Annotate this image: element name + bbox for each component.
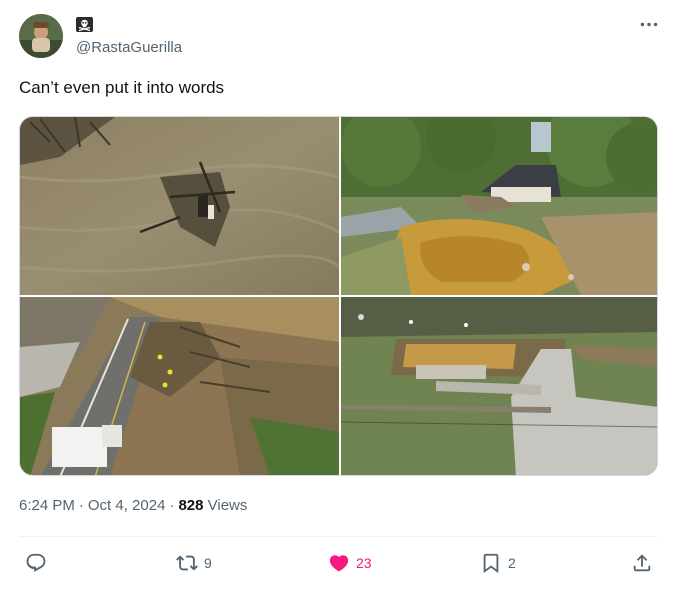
collapsed-road-photo[interactable] (20, 297, 339, 475)
meta-separator: · (78, 497, 84, 514)
bookmark-icon (483, 553, 499, 574)
like-count: 23 (356, 555, 372, 571)
more-dots-icon (640, 22, 658, 26)
views-count: 828 (178, 497, 204, 514)
meta-separator: · (169, 497, 175, 514)
destroyed-house-foundation-photo[interactable] (341, 297, 657, 475)
tweet-text: Can’t even put it into words (19, 78, 225, 97)
bookmark-count: 2 (508, 555, 516, 571)
media-grid (19, 116, 658, 476)
share-icon (633, 554, 651, 572)
retweet-count: 9 (204, 555, 212, 571)
tweet-card: @RastaGuerilla Can’t even put it into wo… (0, 0, 676, 589)
tweet-time[interactable]: 6:24 PM (19, 497, 75, 514)
avatar[interactable] (19, 14, 63, 58)
share-button[interactable] (631, 548, 653, 578)
heart-filled-icon (329, 555, 349, 572)
divider (19, 536, 658, 537)
tweet-meta: 6:24 PM · Oct 4, 2024 · 828 Views (19, 496, 247, 516)
skull-crossbones-icon (76, 17, 93, 32)
reply-icon (26, 553, 46, 572)
tweet-date[interactable]: Oct 4, 2024 (88, 497, 166, 514)
flooded-river-debris-photo[interactable] (20, 117, 339, 295)
reply-button[interactable] (25, 548, 53, 578)
retweet-icon (176, 555, 198, 571)
washed-out-house-photo[interactable] (341, 117, 657, 295)
retweet-button[interactable]: 9 (176, 548, 212, 578)
author-handle[interactable]: @RastaGuerilla (76, 38, 182, 58)
views-label: Views (207, 497, 248, 514)
action-bar: 9 23 2 (0, 548, 676, 578)
more-options-button[interactable] (638, 14, 660, 34)
bookmark-button[interactable]: 2 (480, 548, 516, 578)
like-button[interactable]: 23 (328, 548, 372, 578)
